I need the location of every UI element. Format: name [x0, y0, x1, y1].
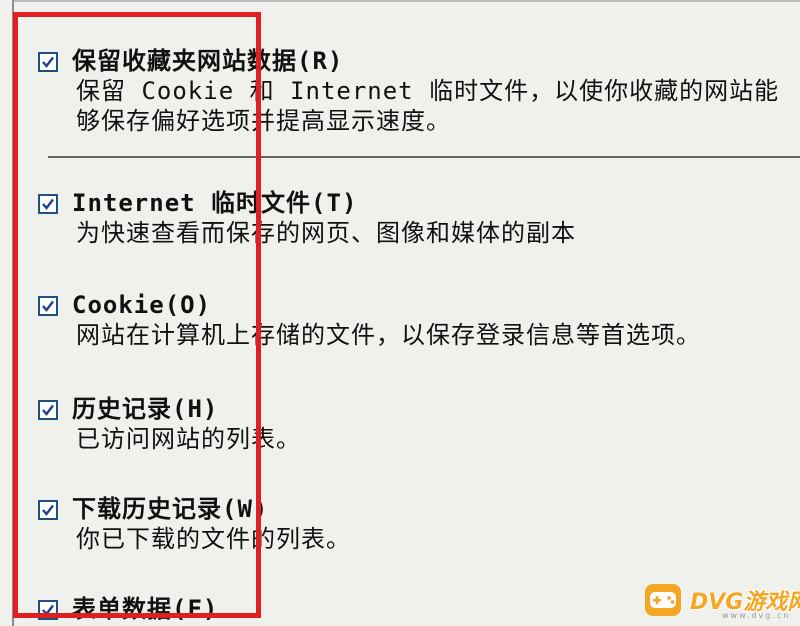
red-highlight-box: [13, 12, 261, 618]
panel-top-border: [12, 0, 800, 2]
watermark-url: www.dvg.cn: [722, 611, 791, 620]
gamepad-icon: [645, 584, 681, 616]
delete-browsing-history-panel: 保留收藏夹网站数据(R) 保留 Cookie 和 Internet 临时文件，以…: [0, 0, 800, 626]
